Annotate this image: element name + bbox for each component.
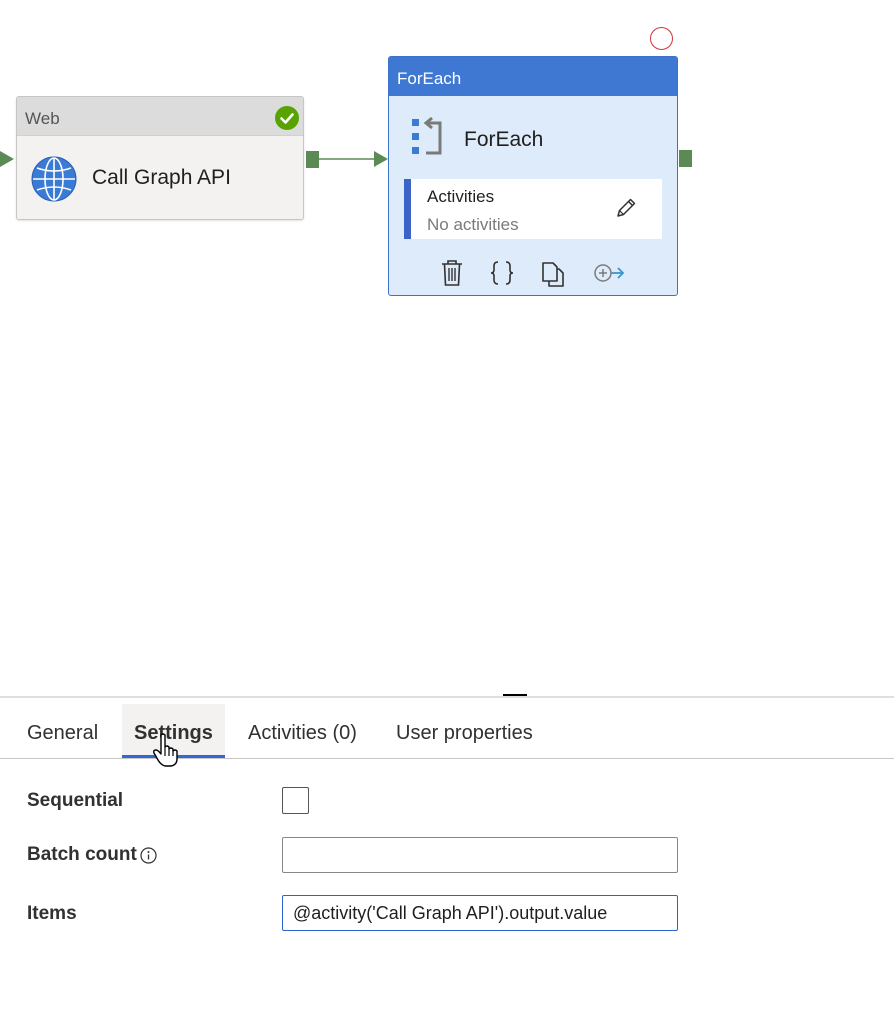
tab-general[interactable]: General bbox=[27, 704, 98, 758]
activities-title: Activities bbox=[427, 187, 495, 206]
connector-arrowhead bbox=[374, 151, 388, 167]
foreach-output-port[interactable] bbox=[679, 150, 692, 167]
pencil-edit-icon[interactable] bbox=[614, 196, 638, 220]
activity-type-label: ForEach bbox=[397, 69, 462, 88]
items-expression-input[interactable] bbox=[282, 895, 678, 931]
activity-name: Call Graph API bbox=[92, 166, 231, 189]
add-output-icon[interactable] bbox=[593, 259, 625, 287]
foreach-activity-header: ForEach bbox=[389, 57, 677, 96]
incoming-arrow bbox=[0, 151, 14, 167]
success-check-icon bbox=[275, 106, 299, 130]
tab-activities[interactable]: Activities (0) bbox=[248, 704, 357, 758]
tab-settings[interactable]: Settings bbox=[122, 704, 225, 758]
sequential-checkbox[interactable] bbox=[282, 787, 309, 814]
activity-name: ForEach bbox=[464, 128, 544, 151]
properties-tab-bar: General Settings Activities (0) User pro… bbox=[0, 704, 894, 759]
panel-divider bbox=[0, 696, 894, 698]
foreach-activity-node[interactable]: ForEach ForEach Activities No activities bbox=[388, 56, 678, 296]
batch-count-input[interactable] bbox=[282, 837, 678, 873]
sequential-label: Sequential bbox=[27, 790, 124, 811]
copy-icon[interactable] bbox=[541, 259, 565, 287]
batch-count-label: Batch count bbox=[27, 844, 137, 865]
activities-value: No activities bbox=[427, 215, 519, 234]
web-activity-header: Web bbox=[17, 97, 303, 136]
activity-type-label: Web bbox=[25, 109, 60, 128]
web-output-port[interactable] bbox=[306, 151, 319, 168]
globe-icon bbox=[31, 156, 77, 202]
items-label: Items bbox=[27, 903, 77, 924]
code-icon[interactable] bbox=[490, 259, 514, 287]
web-activity-body: Call Graph API bbox=[17, 136, 303, 220]
error-status-icon bbox=[650, 27, 673, 50]
info-icon[interactable] bbox=[140, 847, 157, 864]
foreach-icon bbox=[412, 117, 442, 155]
tab-user-properties[interactable]: User properties bbox=[396, 704, 533, 758]
pipeline-canvas[interactable]: Web Call Graph API ForEach ForEach Activ… bbox=[0, 0, 894, 696]
inner-activities-box[interactable]: Activities No activities bbox=[404, 179, 662, 239]
web-activity-node[interactable]: Web Call Graph API bbox=[16, 96, 304, 220]
delete-icon[interactable] bbox=[441, 259, 463, 287]
